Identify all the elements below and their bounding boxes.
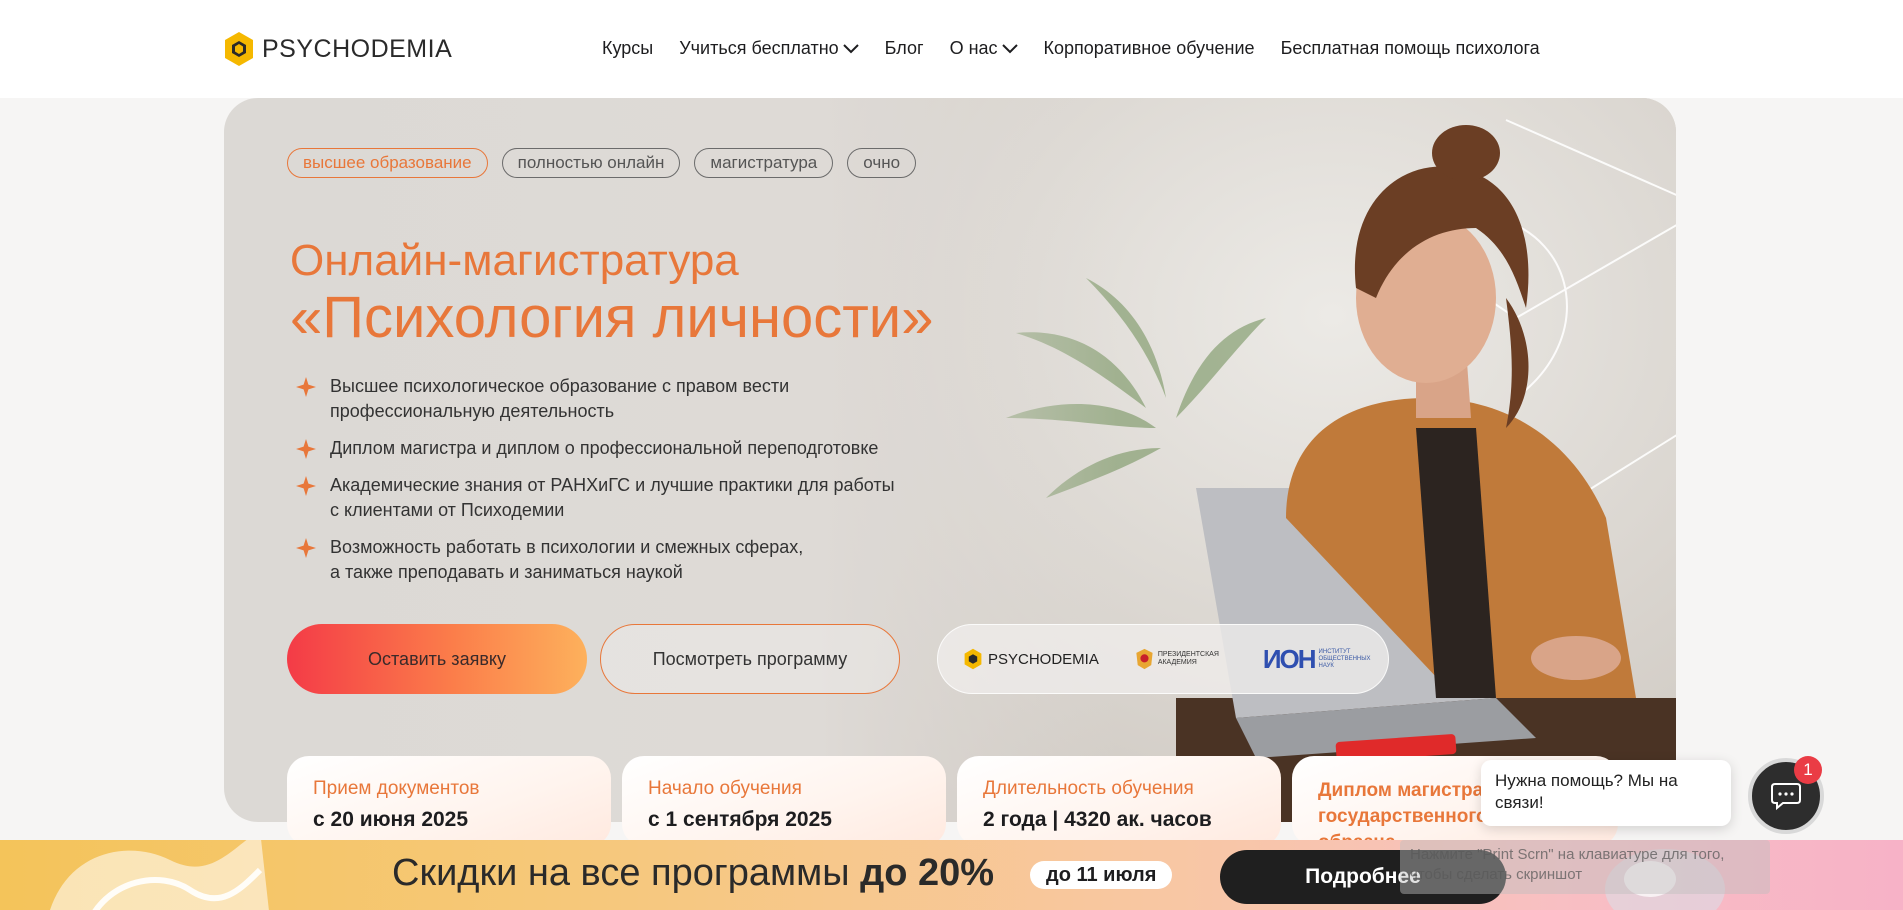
nav-label: Блог	[884, 38, 924, 58]
site-header: PSYCHODEMIA Курсы Учиться бесплатно Блог…	[0, 0, 1903, 98]
feature-text: Диплом магистра и диплом о профессиональ…	[330, 438, 879, 458]
psychodemia-partner-logo: PSYCHODEMIA	[964, 648, 1099, 670]
feature-text: с клиентами от Психодемии	[330, 500, 565, 520]
ion-institute-logo: ИОН ИНСТИТУТ ОБЩЕСТВЕННЫХ НАУК	[1263, 646, 1375, 672]
hero-photo	[816, 98, 1676, 822]
feature-item: Возможность работать в психологии и смеж…	[296, 535, 936, 585]
feature-text: Возможность работать в психологии и смеж…	[330, 537, 804, 557]
tag-fully-online[interactable]: полностью онлайн	[501, 148, 681, 178]
info-card-documents: Прием документов с 20 июня 2025	[287, 756, 611, 846]
tag-in-person[interactable]: очно	[847, 148, 917, 178]
sparkle-icon	[296, 476, 316, 496]
hero-title-line2: «Психология личности»	[290, 285, 934, 350]
submit-application-button[interactable]: Оставить заявку	[287, 624, 587, 694]
logo-hexagon-icon	[964, 648, 982, 670]
nav-label: Бесплатная помощь психолога	[1280, 38, 1540, 58]
card-value: с 1 сентября 2025	[648, 808, 832, 831]
info-card-duration: Длительность обучения 2 года | 4320 ак. …	[957, 756, 1281, 846]
nav-label: Курсы	[602, 38, 654, 58]
emblem-icon	[1136, 648, 1153, 670]
chat-unread-badge: 1	[1794, 756, 1822, 784]
nav-label: О нас	[949, 38, 998, 58]
logo-text: PSYCHODEMIA	[262, 34, 453, 63]
partner-mark: ИОН	[1262, 644, 1317, 674]
feature-item: Высшее психологическое образование с пра…	[296, 374, 936, 424]
nav-learn-free[interactable]: Учиться бесплатно	[679, 38, 859, 59]
chevron-down-icon	[842, 43, 859, 53]
chat-help-bubble[interactable]: Нужна помощь? Мы на связи!	[1481, 760, 1731, 826]
card-label: Начало обучения	[648, 778, 802, 799]
promo-text-plain: Скидки на все программы	[392, 852, 861, 894]
partner-name: PSYCHODEMIA	[988, 650, 1099, 668]
partner-name: ИНСТИТУТ ОБЩЕСТВЕННЫХ НАУК	[1318, 648, 1371, 669]
hero-title-line1: Онлайн-магистратура	[290, 236, 739, 285]
card-label: Длительность обучения	[983, 778, 1194, 799]
tag-higher-education[interactable]: высшее образование	[287, 148, 488, 178]
chevron-down-icon	[1001, 43, 1018, 53]
screenshot-hint-toast: Нажмите "Print Scrn" на клавиатуре для т…	[1400, 840, 1770, 894]
logo-hexagon-icon	[225, 32, 253, 66]
feature-item: Академические знания от РАНХиГС и лучшие…	[296, 473, 936, 523]
nav-free-help[interactable]: Бесплатная помощь психолога	[1281, 38, 1540, 59]
feature-item: Диплом магистра и диплом о профессиональ…	[296, 436, 936, 461]
nav-courses[interactable]: Курсы	[602, 38, 653, 59]
decorative-blob	[50, 840, 269, 910]
promo-text: Скидки на все программы до 20%	[392, 852, 994, 895]
info-card-start: Начало обучения с 1 сентября 2025	[622, 756, 946, 846]
sparkle-icon	[296, 538, 316, 558]
hero-section: высшее образование полностью онлайн маги…	[224, 98, 1676, 822]
sparkle-icon	[296, 377, 316, 397]
tag-list: высшее образование полностью онлайн маги…	[287, 148, 917, 178]
promo-deadline-badge: до 11 июля	[1030, 861, 1173, 889]
card-value: с 20 июня 2025	[313, 808, 469, 831]
main-nav: Курсы Учиться бесплатно Блог О нас Корпо…	[602, 38, 1540, 59]
nav-about[interactable]: О нас	[950, 38, 1018, 59]
partner-logos: PSYCHODEMIA ПРЕЗИДЕНТСКАЯ АКАДЕМИЯ ИОН И…	[937, 624, 1389, 694]
sparkle-icon	[296, 439, 316, 459]
view-program-button[interactable]: Посмотреть программу	[600, 624, 900, 694]
presidential-academy-logo: ПРЕЗИДЕНТСКАЯ АКАДЕМИЯ	[1135, 642, 1227, 676]
partner-name: ПРЕЗИДЕНТСКАЯ АКАДЕМИЯ	[1157, 651, 1219, 666]
tag-masters[interactable]: магистратура	[694, 148, 834, 178]
card-value: 2 года | 4320 ак. часов	[983, 808, 1212, 831]
nav-corporate[interactable]: Корпоративное обучение	[1044, 38, 1255, 59]
nav-label: Учиться бесплатно	[679, 38, 839, 58]
feature-text: профессиональную деятельность	[330, 401, 615, 421]
feature-text: Академические знания от РАНХиГС и лучшие…	[330, 475, 895, 495]
card-label: Прием документов	[313, 778, 480, 799]
nav-label: Корпоративное обучение	[1043, 38, 1255, 58]
nav-blog[interactable]: Блог	[885, 38, 924, 59]
logo[interactable]: PSYCHODEMIA	[224, 31, 452, 67]
feature-text: а также преподавать и заниматься наукой	[330, 562, 683, 582]
chat-icon	[1771, 783, 1801, 811]
promo-text-bold: до 20%	[860, 852, 995, 894]
feature-list: Высшее психологическое образование с пра…	[296, 374, 936, 597]
feature-text: Высшее психологическое образование с пра…	[330, 376, 790, 396]
